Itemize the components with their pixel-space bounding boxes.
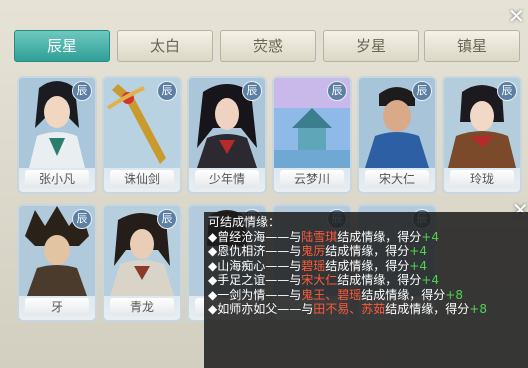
badge-chen: 辰 (327, 81, 347, 101)
line-mid: 结成情缘，得分 (337, 273, 422, 287)
card-name: 诛仙剑 (110, 170, 174, 188)
tooltip-line: ◆手足之谊——与宋大仁结成情缘，得分+4 (208, 273, 524, 288)
line-dash: ——与 (265, 287, 302, 302)
line-score: +4 (409, 258, 427, 273)
bullet-icon: ◆ (208, 229, 218, 244)
card-name: 张小凡 (25, 170, 89, 188)
card-name: 宋大仁 (365, 170, 429, 188)
line-target: 碧瑶 (301, 258, 326, 273)
line-score: +4 (421, 229, 439, 244)
badge-chen: 辰 (157, 81, 177, 101)
badge-chen: 辰 (72, 81, 92, 101)
tooltip-line: ◆恩仇相济——与鬼厉结成情缘，得分+4 (208, 244, 524, 259)
bullet-icon: ◆ (208, 244, 218, 258)
line-score: +8 (469, 302, 487, 316)
card-name: 牙 (25, 298, 89, 316)
qingyuan-tooltip: 可结成情缘： ◆曾经沧海——与陆雪琪结成情缘，得分+4 ◆恩仇相济——与鬼厉结成… (204, 212, 528, 368)
tab-chenxing[interactable]: 辰星 (14, 30, 110, 62)
card-zhuxianjian[interactable]: 辰 诛仙剑 (102, 76, 182, 194)
line-score: +8 (445, 287, 463, 302)
card-name: 少年情 (195, 170, 259, 188)
badge-chen: 辰 (412, 81, 432, 101)
card-qinglong[interactable]: 辰 青龙 (102, 204, 182, 322)
tooltip-line: ◆山海痴心——与碧瑶结成情缘，得分+4 (208, 259, 524, 274)
card-name: 云梦川 (280, 170, 344, 188)
tab-zhenxing[interactable]: 镇星 (424, 30, 520, 62)
line-dash: ——与 (265, 258, 302, 273)
bullet-icon: ◆ (208, 258, 218, 273)
card-zhangxiaofan[interactable]: 辰 张小凡 (17, 76, 97, 194)
badge-chen: 辰 (497, 81, 517, 101)
line-score: +4 (421, 273, 439, 287)
close-icon[interactable]: ✕ (508, 6, 525, 26)
line-target: 鬼厉 (301, 244, 326, 258)
line-target: 田不易、苏茹 (313, 302, 386, 316)
card-name: 玲珑 (450, 170, 514, 188)
tab-yinghuo[interactable]: 荧惑 (220, 30, 316, 62)
line-score: +4 (409, 244, 427, 258)
line-title: 恩仇相济 (217, 244, 266, 258)
bullet-icon: ◆ (208, 287, 218, 302)
card-linglong[interactable]: 辰 玲珑 (442, 76, 522, 194)
tooltip-line: ◆一剑为情——与鬼王、碧瑶结成情缘，得分+8 (208, 288, 524, 303)
tab-suixing[interactable]: 岁星 (323, 30, 419, 62)
card-yunmengchuan[interactable]: 辰 云梦川 (272, 76, 352, 194)
line-title: 如师亦如父 (217, 302, 278, 316)
bullet-icon: ◆ (208, 302, 218, 316)
card-ya[interactable]: 辰 牙 (17, 204, 97, 322)
bullet-icon: ◆ (208, 273, 218, 287)
line-mid: 结成情缘，得分 (337, 229, 422, 244)
line-target: 宋大仁 (301, 273, 338, 287)
line-dash: ——与 (265, 244, 302, 258)
line-title: 一剑为情 (217, 287, 266, 302)
line-title: 曾经沧海 (217, 229, 266, 244)
card-shaonianqing[interactable]: 辰 少年情 (187, 76, 267, 194)
line-title: 手足之谊 (217, 273, 266, 287)
line-title: 山海痴心 (217, 258, 266, 273)
tooltip-line: ◆曾经沧海——与陆雪琪结成情缘，得分+4 (208, 230, 524, 245)
tooltip-line: ◆如师亦如父——与田不易、苏茹结成情缘，得分+8 (208, 302, 524, 317)
line-mid: 结成情缘，得分 (325, 244, 410, 258)
card-songdaren[interactable]: 辰 宋大仁 (357, 76, 437, 194)
tooltip-header: 可结成情缘： (208, 215, 281, 229)
line-mid: 结成情缘，得分 (385, 302, 470, 316)
line-dash: ——与 (265, 229, 302, 244)
star-tabs: 辰星 太白 荧惑 岁星 镇星 (14, 30, 520, 62)
tab-taibai[interactable]: 太白 (117, 30, 213, 62)
line-target: 鬼王、碧瑶 (301, 287, 362, 302)
line-dash: ——与 (265, 273, 302, 287)
line-target: 陆雪琪 (301, 229, 338, 244)
line-mid: 结成情缘，得分 (325, 258, 410, 273)
badge-chen: 辰 (157, 209, 177, 229)
badge-chen: 辰 (72, 209, 92, 229)
line-dash: ——与 (277, 302, 314, 316)
card-name: 青龙 (110, 298, 174, 316)
badge-chen: 辰 (242, 81, 262, 101)
line-mid: 结成情缘，得分 (361, 287, 446, 302)
